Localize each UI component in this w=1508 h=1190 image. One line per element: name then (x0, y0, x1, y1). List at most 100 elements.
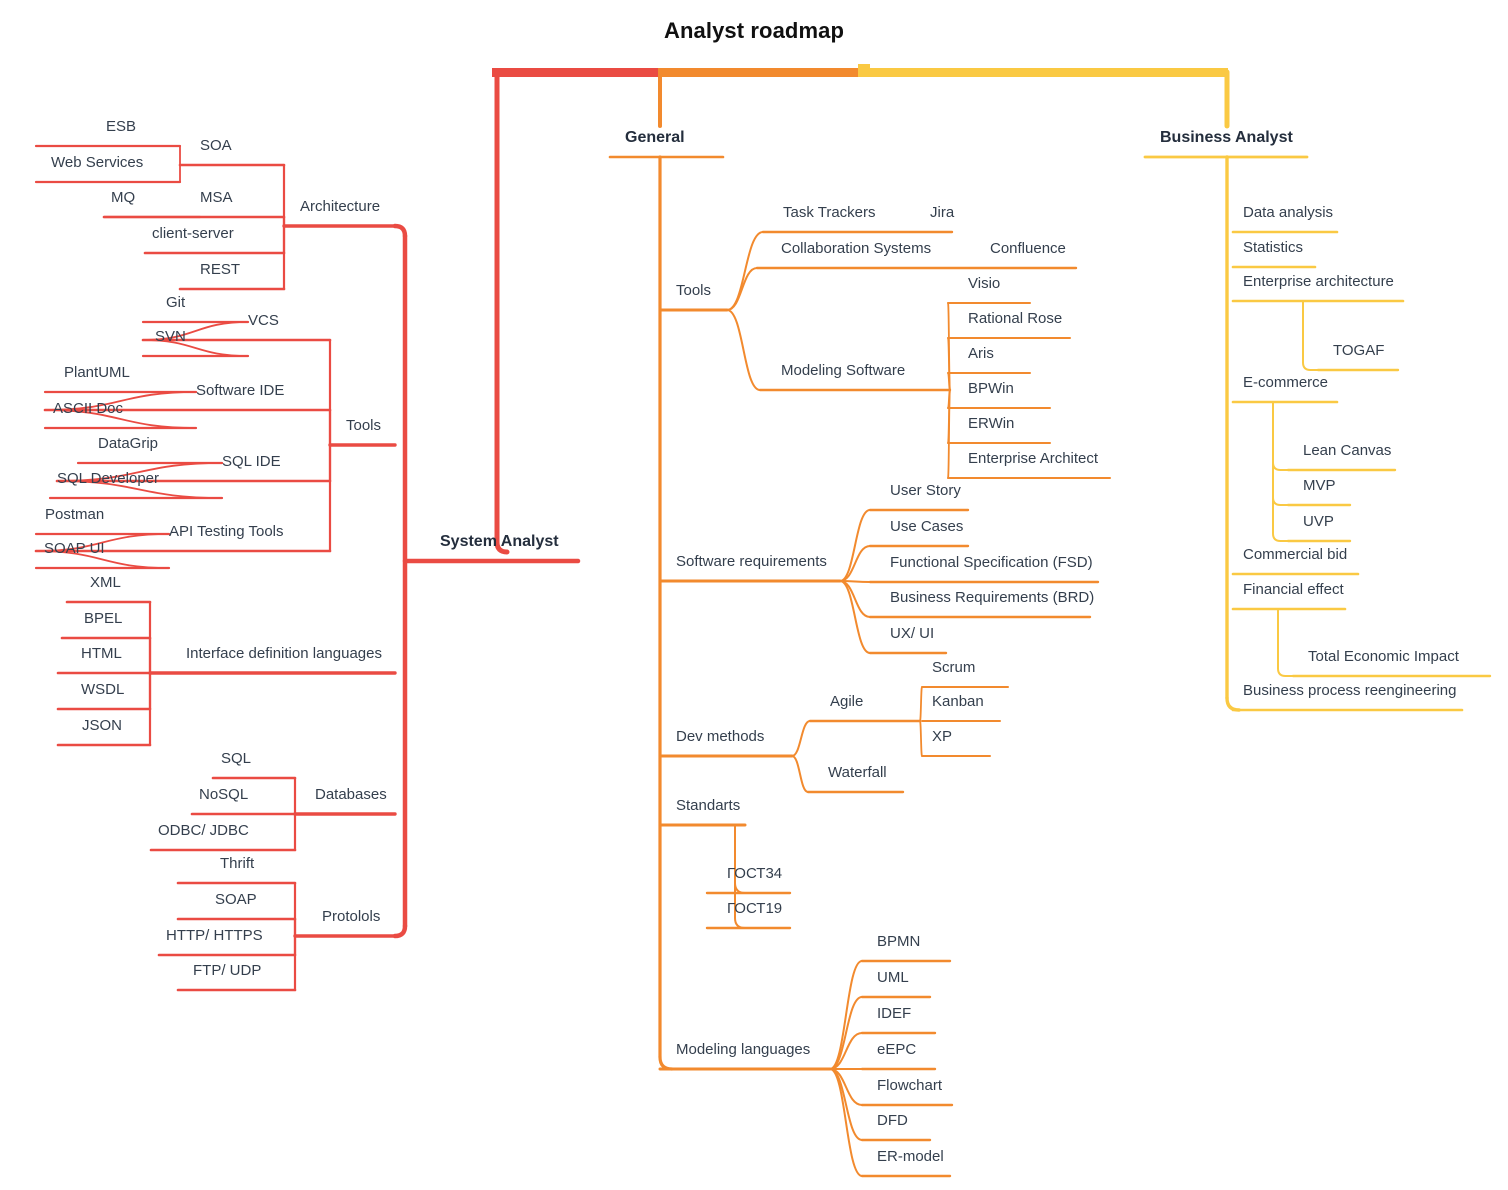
node-ba-statistics[interactable]: Statistics (1243, 240, 1303, 256)
node-general-standarts[interactable]: Standarts (676, 798, 740, 814)
node-ba-commercial-bid[interactable]: Commercial bid (1243, 547, 1347, 563)
node-uml[interactable]: UML (877, 970, 909, 986)
node-rational-rose[interactable]: Rational Rose (968, 311, 1062, 327)
node-user-story[interactable]: User Story (890, 483, 961, 499)
node-software-ide[interactable]: Software IDE (196, 383, 284, 399)
node-flowchart[interactable]: Flowchart (877, 1078, 942, 1094)
node-mvp[interactable]: MVP (1303, 478, 1336, 494)
node-scrum[interactable]: Scrum (932, 660, 975, 676)
node-svn[interactable]: SVN (155, 329, 186, 345)
node-git[interactable]: Git (166, 295, 185, 311)
node-general[interactable]: General (625, 130, 685, 146)
node-interface-definition-languages[interactable]: Interface definition languages (186, 646, 382, 662)
curve-group-to-sub (839, 509, 871, 582)
node-business-requirements-brd-[interactable]: Business Requirements (BRD) (890, 590, 1094, 606)
curve-group-to-sub (726, 231, 764, 311)
node-collaboration-systems[interactable]: Collaboration Systems (781, 241, 931, 257)
node-mq[interactable]: MQ (111, 190, 135, 206)
node-ba-financial-effect[interactable]: Financial effect (1243, 582, 1344, 598)
node-lean-canvas[interactable]: Lean Canvas (1303, 443, 1391, 459)
drop-ba-sub (1272, 401, 1289, 542)
node-waterfall[interactable]: Waterfall (828, 765, 887, 781)
node-agile[interactable]: Agile (830, 694, 863, 710)
node-postman[interactable]: Postman (45, 507, 104, 523)
node-soap[interactable]: SOAP (215, 892, 257, 908)
spine-cap-general (658, 1055, 674, 1071)
root-trunk-orange-left (658, 68, 858, 77)
node-general-modeling-languages[interactable]: Modeling languages (676, 1042, 810, 1058)
node-er-model[interactable]: ER-model (877, 1149, 944, 1165)
spine-cap-bottom (392, 923, 408, 939)
node-togaf[interactable]: TOGAF (1333, 343, 1384, 359)
node-enterprise-architect[interactable]: Enterprise Architect (968, 451, 1098, 467)
node-xml[interactable]: XML (90, 575, 121, 591)
node-datagrip[interactable]: DataGrip (98, 436, 158, 452)
node-soap-ui[interactable]: SOAP UI (44, 541, 105, 557)
drop-ba-sub (1277, 608, 1294, 677)
node-uvp[interactable]: UVP (1303, 514, 1334, 530)
node-ba-business-process-reengineering[interactable]: Business process reengineering (1243, 683, 1456, 699)
node-thrift[interactable]: Thrift (220, 856, 254, 872)
node-vcs[interactable]: VCS (248, 313, 279, 329)
node-task-trackers[interactable]: Task Trackers (783, 205, 876, 221)
curve-sub-to-leaf (919, 686, 923, 722)
node-sql[interactable]: SQL (221, 751, 251, 767)
node-tools[interactable]: Tools (346, 418, 381, 434)
node-bpel[interactable]: BPEL (84, 611, 122, 627)
node-eepc[interactable]: eEPC (877, 1042, 916, 1058)
node-web-services[interactable]: Web Services (51, 155, 143, 171)
node-xp[interactable]: XP (932, 729, 952, 745)
node-jira[interactable]: Jira (930, 205, 954, 221)
node-ascii-doc[interactable]: ASCII Doc (53, 401, 123, 417)
node-msa[interactable]: MSA (200, 190, 233, 206)
node-ba-enterprise-architecture[interactable]: Enterprise architecture (1243, 274, 1394, 290)
node-plantuml[interactable]: PlantUML (64, 365, 130, 381)
node-soa[interactable]: SOA (200, 138, 232, 154)
node-use-cases[interactable]: Use Cases (890, 519, 963, 535)
node-visio[interactable]: Visio (968, 276, 1000, 292)
node-sql-ide[interactable]: SQL IDE (222, 454, 281, 470)
drop-ba-sub (1302, 300, 1319, 371)
node-confluence[interactable]: Confluence (990, 241, 1066, 257)
curve-group-to-sub (726, 267, 758, 311)
node-dfd[interactable]: DFD (877, 1113, 908, 1129)
node-ba-e-commerce[interactable]: E-commerce (1243, 375, 1328, 391)
node-bpmn[interactable]: BPMN (877, 934, 920, 950)
node-rest[interactable]: REST (200, 262, 240, 278)
node-general-tools[interactable]: Tools (676, 283, 711, 299)
node-aris[interactable]: Aris (968, 346, 994, 362)
node-esb[interactable]: ESB (106, 119, 136, 135)
node-total-economic-impact[interactable]: Total Economic Impact (1308, 649, 1459, 665)
node-html[interactable]: HTML (81, 646, 122, 662)
node-protolols[interactable]: Protolols (322, 909, 380, 925)
node-bpwin[interactable]: BPWin (968, 381, 1014, 397)
node-business-analyst[interactable]: Business Analyst (1160, 130, 1293, 146)
node-api-testing-tools[interactable]: API Testing Tools (169, 524, 284, 540)
node-ba-data-analysis[interactable]: Data analysis (1243, 205, 1333, 221)
node-ftp-udp[interactable]: FTP/ UDP (193, 963, 261, 979)
node-http-https[interactable]: HTTP/ HTTPS (166, 928, 263, 944)
node-databases[interactable]: Databases (315, 787, 387, 803)
node-nosql[interactable]: NoSQL (199, 787, 248, 803)
drop-ba-sub (1272, 401, 1289, 506)
node-architecture[interactable]: Architecture (300, 199, 380, 215)
node-system-analyst[interactable]: System Analyst (440, 534, 559, 550)
node-general-software-requirements[interactable]: Software requirements (676, 554, 827, 570)
node-erwin[interactable]: ERWin (968, 416, 1014, 432)
node-client-server[interactable]: client-server (152, 226, 234, 242)
spine-cap-ba (1225, 696, 1241, 712)
node--19[interactable]: ГОСТ19 (727, 901, 782, 917)
node-modeling-software[interactable]: Modeling Software (781, 363, 905, 379)
node-sql-developer[interactable]: SQL Developer (57, 471, 159, 487)
node-ux-ui[interactable]: UX/ UI (890, 626, 934, 642)
mindmap-canvas: Analyst roadmap System Analyst Architectu… (0, 0, 1508, 1190)
node-wsdl[interactable]: WSDL (81, 682, 124, 698)
node-json[interactable]: JSON (82, 718, 122, 734)
node-general-dev-methods[interactable]: Dev methods (676, 729, 764, 745)
node--34[interactable]: ГОСТ34 (727, 866, 782, 882)
node-odbc-jdbc[interactable]: ODBC/ JDBC (158, 823, 249, 839)
node-kanban[interactable]: Kanban (932, 694, 984, 710)
node-functional-specification-fsd-[interactable]: Functional Specification (FSD) (890, 555, 1093, 571)
curve-group-to-sub (726, 309, 761, 391)
node-idef[interactable]: IDEF (877, 1006, 911, 1022)
